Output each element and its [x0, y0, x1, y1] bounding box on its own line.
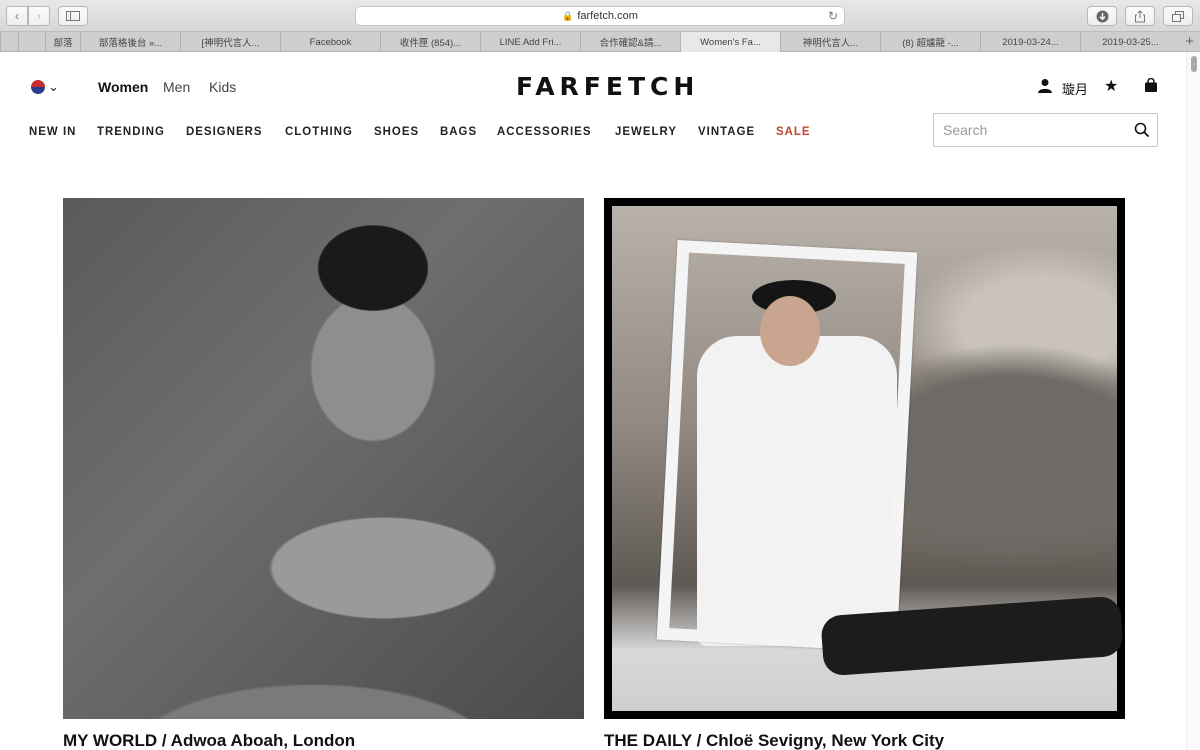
scrollbar-thumb[interactable]: [1191, 56, 1197, 72]
reload-icon[interactable]: ↻: [828, 9, 838, 23]
browser-toolbar: ‹ › 🔒 farfetch.com ↻: [0, 0, 1200, 32]
tab-label: Women's Fa...: [700, 36, 761, 48]
tab-label: 神明代言人...: [802, 38, 859, 49]
editorial-image[interactable]: [604, 198, 1125, 719]
chevron-right-icon: ›: [37, 9, 41, 23]
tab-item[interactable]: [神明代言人...: [180, 32, 280, 52]
chevron-down-icon[interactable]: ⌄: [48, 79, 59, 95]
search-input[interactable]: [934, 114, 1124, 146]
tab-label: [神明代言人...: [201, 38, 260, 49]
tab-item[interactable]: 部落: [45, 32, 80, 52]
user-icon[interactable]: [1038, 78, 1052, 94]
tab-item[interactable]: Facebook: [280, 32, 380, 52]
tab-pinned-2[interactable]: [18, 32, 45, 52]
share-icon: [1135, 9, 1145, 22]
editorial-card[interactable]: THE DAILY / Chloë Sevigny, New York City: [604, 198, 1125, 750]
nav-bags[interactable]: BAGS: [440, 124, 477, 138]
tab-bar: 部落 部落格後台 »... [神明代言人... Facebook 收件匣 (85…: [0, 32, 1200, 52]
tab-label: 部落格後台 »...: [98, 38, 163, 49]
url-text: farfetch.com: [577, 10, 638, 22]
tabs-overview-icon: [1172, 10, 1184, 22]
forward-button[interactable]: ›: [28, 6, 50, 26]
show-tabs-button[interactable]: [1163, 6, 1193, 26]
gender-tab-kids[interactable]: Kids: [209, 79, 236, 95]
account-name[interactable]: 璇月: [1062, 79, 1088, 98]
tab-label: 收件匣 (854)...: [399, 38, 462, 49]
tab-item[interactable]: LINE Add Fri...: [480, 32, 580, 52]
tab-label: 部落: [53, 38, 73, 49]
tab-label: 合作確認&請...: [599, 38, 662, 49]
gender-tab-men[interactable]: Men: [163, 79, 190, 95]
gender-tab-women[interactable]: Women: [98, 79, 148, 95]
lock-icon: 🔒: [562, 10, 574, 21]
nav-accessories[interactable]: ACCESSORIES: [497, 124, 591, 138]
photo-head: [760, 296, 820, 366]
nav-new-in[interactable]: NEW IN: [29, 124, 76, 138]
shopping-bag-icon[interactable]: [1144, 78, 1158, 92]
tab-pinned[interactable]: [0, 32, 18, 52]
tab-item[interactable]: 部落格後台 »...: [80, 32, 180, 52]
nav-jewelry[interactable]: JEWELRY: [615, 124, 677, 138]
nav-trending[interactable]: TRENDING: [97, 124, 165, 138]
tab-item[interactable]: 收件匣 (854)...: [380, 32, 480, 52]
site-logo[interactable]: FARFETCH: [516, 72, 699, 101]
tab-label: LINE Add Fri...: [499, 36, 562, 48]
sidebar-icon: [66, 11, 80, 21]
search-box: [933, 113, 1158, 147]
tab-item[interactable]: 2019-03-25...: [1080, 32, 1180, 52]
nav-shoes[interactable]: SHOES: [374, 124, 419, 138]
tab-label: (8) 超爐龍 -...: [902, 38, 959, 49]
back-button[interactable]: ‹: [6, 6, 28, 26]
editorial-image[interactable]: [63, 198, 584, 719]
star-icon[interactable]: ★: [1104, 76, 1118, 96]
download-icon: [1096, 10, 1108, 22]
chevron-left-icon: ‹: [15, 9, 19, 23]
main-nav: NEW IN TRENDING DESIGNERS CLOTHING SHOES…: [29, 124, 830, 138]
sidebar-toggle-button[interactable]: [58, 6, 88, 26]
new-tab-button[interactable]: +: [1185, 33, 1194, 50]
editorial-caption[interactable]: MY WORLD / Adwoa Aboah, London: [63, 731, 584, 750]
tab-item[interactable]: 神明代言人...: [780, 32, 880, 52]
tab-label: 2019-03-24...: [1002, 36, 1059, 48]
photo-scene: [612, 206, 1124, 711]
nav-clothing[interactable]: CLOTHING: [285, 124, 353, 138]
downloads-button[interactable]: [1087, 6, 1117, 26]
tab-item-active[interactable]: Women's Fa...: [680, 32, 780, 52]
nav-vintage[interactable]: VINTAGE: [698, 124, 755, 138]
page-scrollbar[interactable]: [1186, 52, 1200, 750]
tab-label: 2019-03-25...: [1102, 36, 1159, 48]
address-bar[interactable]: 🔒 farfetch.com ↻: [355, 6, 845, 26]
editorial-card[interactable]: MY WORLD / Adwoa Aboah, London: [63, 198, 584, 750]
share-button[interactable]: [1125, 6, 1155, 26]
tab-label: Facebook: [309, 36, 352, 48]
tab-item[interactable]: 2019-03-24...: [980, 32, 1080, 52]
editorial-caption[interactable]: THE DAILY / Chloë Sevigny, New York City: [604, 731, 1125, 750]
tab-item[interactable]: 合作確認&請...: [580, 32, 680, 52]
nav-sale[interactable]: SALE: [776, 124, 811, 138]
nav-designers[interactable]: DESIGNERS: [186, 124, 263, 138]
tab-item[interactable]: (8) 超爐龍 -...: [880, 32, 980, 52]
country-flag-icon[interactable]: [31, 80, 45, 94]
search-icon[interactable]: [1134, 122, 1150, 138]
